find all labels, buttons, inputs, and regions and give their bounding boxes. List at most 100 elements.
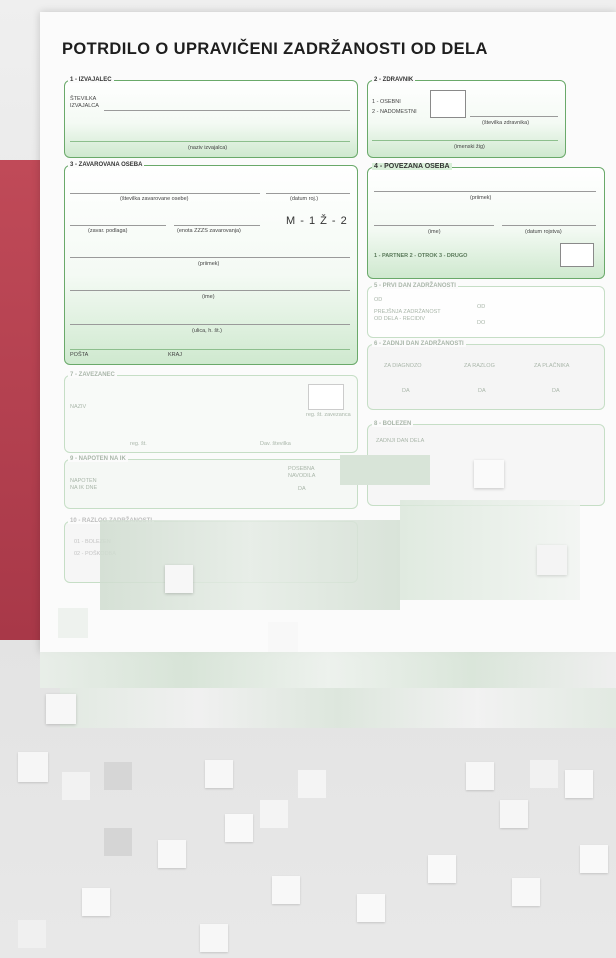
referral-instructions-1: POSEBNA <box>288 466 315 472</box>
pixel-overlay-30 <box>82 888 110 916</box>
last-day-yes-2: DA <box>478 388 486 394</box>
insured-dob-caption: (datum roj.) <box>290 196 319 202</box>
last-day-yes-1: DA <box>402 388 410 394</box>
prev-absence-label-1: PREJŠNJA ZADRŽANOST <box>374 309 441 315</box>
section-first-day-heading: 5 - PRVI DAN ZADRŽANOSTI <box>372 283 458 289</box>
insured-basis-field[interactable] <box>70 225 166 226</box>
payer-tax-caption: Dav. številka <box>260 441 291 447</box>
provider-name-caption: (naziv izvajalca) <box>188 145 228 151</box>
pixel-overlay-17 <box>466 762 494 790</box>
pixel-overlay-26 <box>428 855 456 883</box>
section-last-day <box>367 344 605 410</box>
provider-number-field[interactable] <box>104 110 350 111</box>
doctor-number-field[interactable] <box>470 116 558 117</box>
form-title: POTRDILO O UPRAVIČENI ZADRŽANOSTI OD DEL… <box>62 40 488 58</box>
referral-instructions-yes: DA <box>298 486 306 492</box>
doctor-stamp-field[interactable] <box>372 140 558 141</box>
pixel-overlay-18 <box>530 760 558 788</box>
payer-name-label: NAZIV <box>70 404 87 410</box>
section-insured-heading: 3 - ZAVAROVANA OSEBA <box>68 162 145 168</box>
related-dob-caption: (datum rojstva) <box>525 229 562 235</box>
related-name-caption: (ime) <box>428 229 441 235</box>
pixel-overlay-19 <box>565 770 593 798</box>
pixel-overlay-3 <box>100 520 400 610</box>
referral-instructions-2: NAVODILA <box>288 473 316 479</box>
prev-absence-label-2: OD DELA - RECIDIV <box>374 316 426 322</box>
section-referral-heading: 9 - NAPOTEN NA IK <box>68 456 128 462</box>
insured-unit-caption: (enota ZZZS zavarovanja) <box>177 228 241 234</box>
doctor-stamp-caption: (imenski žig) <box>454 144 485 150</box>
payer-stamp-box[interactable] <box>308 384 344 410</box>
insured-name-caption: (ime) <box>202 294 215 300</box>
first-day-from-label: OD <box>374 297 383 303</box>
insured-place-label: KRAJ <box>168 352 183 358</box>
referral-label-1: NAPOTEN <box>70 478 97 484</box>
doctor-number-caption: (številka zdravnika) <box>482 120 530 126</box>
related-relation-box[interactable] <box>560 243 594 267</box>
pixel-overlay-20 <box>104 828 132 856</box>
prev-absence-to-label: DO <box>477 320 486 326</box>
pixel-overlay-29 <box>357 894 385 922</box>
last-day-col-diagnosis: ZA DIAGNOZO <box>384 363 422 369</box>
pixel-overlay-8 <box>268 622 298 652</box>
insured-unit-field[interactable] <box>174 225 260 226</box>
pixel-overlay-12 <box>18 752 48 782</box>
provider-number-label-2: IZVAJALCA <box>70 103 99 109</box>
related-relation-options: 1 - PARTNER 2 - OTROK 3 - DRUGO <box>374 253 468 259</box>
insured-address-caption: (ulica, h. št.) <box>192 328 222 334</box>
last-day-col-reason: ZA RAZLOG <box>464 363 495 369</box>
pixel-overlay-10 <box>60 688 616 728</box>
pixel-overlay-21 <box>158 840 186 868</box>
section-related-heading: 4 - POVEZANA OSEBA <box>372 163 452 170</box>
pixel-overlay-14 <box>62 772 90 800</box>
payer-stamp-caption: reg. št. zavezanca <box>306 412 351 418</box>
related-dob-field[interactable] <box>502 225 596 226</box>
pixel-overlay-25 <box>580 845 608 873</box>
pixel-overlay-23 <box>260 800 288 828</box>
related-surname-field[interactable] <box>374 191 596 192</box>
section-payer-heading: 7 - ZAVEZANEC <box>68 372 117 378</box>
section-doctor-heading: 2 - ZDRAVNIK <box>372 77 416 83</box>
section-last-day-heading: 6 - ZADNJI DAN ZADRŽANOSTI <box>372 341 466 347</box>
pixel-overlay-11 <box>46 694 76 724</box>
last-day-yes-3: DA <box>552 388 560 394</box>
insured-address-field[interactable] <box>70 324 350 325</box>
pixel-overlay-28 <box>512 878 540 906</box>
provider-name-field[interactable] <box>70 141 350 142</box>
pixel-overlay-1 <box>340 455 430 485</box>
doctor-option-1: 1 - OSEBNI <box>372 99 401 105</box>
insured-post-field[interactable] <box>70 349 350 350</box>
insured-number-field[interactable] <box>70 193 260 194</box>
pixel-overlay-15 <box>205 760 233 788</box>
pixel-overlay-22 <box>225 814 253 842</box>
prev-absence-from-label: OD <box>477 304 486 310</box>
insured-surname-caption: (priimek) <box>198 261 220 267</box>
pixel-overlay-31 <box>200 924 228 952</box>
insured-basis-caption: (zavar. podlaga) <box>88 228 128 234</box>
pixel-overlay-5 <box>165 565 193 593</box>
insured-number-caption: (številka zavarovane osebe) <box>120 196 189 202</box>
insured-post-label: POŠTA <box>70 352 89 358</box>
pixel-overlay-6 <box>537 545 567 575</box>
doctor-option-2: 2 - NADOMESTNI <box>372 109 417 115</box>
insured-dob-field[interactable] <box>266 193 350 194</box>
insured-name-field[interactable] <box>70 290 350 291</box>
provider-number-label-1: ŠTEVILKA <box>70 96 97 102</box>
pixel-overlay-16 <box>298 770 326 798</box>
payer-reg-caption: reg. št. <box>130 441 147 447</box>
last-day-col-payer: ZA PLAČNIKA <box>534 363 570 369</box>
pixel-overlay-27 <box>272 876 300 904</box>
related-name-field[interactable] <box>374 225 494 226</box>
pixel-overlay-24 <box>500 800 528 828</box>
doctor-type-box[interactable] <box>430 90 466 118</box>
referral-label-2: NA IK DNE <box>70 485 98 491</box>
pixel-overlay-13 <box>104 762 132 790</box>
pixel-overlay-2 <box>474 460 504 488</box>
insured-surname-field[interactable] <box>70 257 350 258</box>
pixel-overlay-7 <box>58 608 88 638</box>
pixel-overlay-9 <box>40 652 616 688</box>
section-illness-heading: 8 - BOLEZEN <box>372 421 414 427</box>
section-provider-heading: 1 - IZVAJALEC <box>68 77 114 83</box>
pixel-overlay-32 <box>18 920 46 948</box>
insured-sex-label: M - 1 Ž - 2 <box>286 215 348 227</box>
